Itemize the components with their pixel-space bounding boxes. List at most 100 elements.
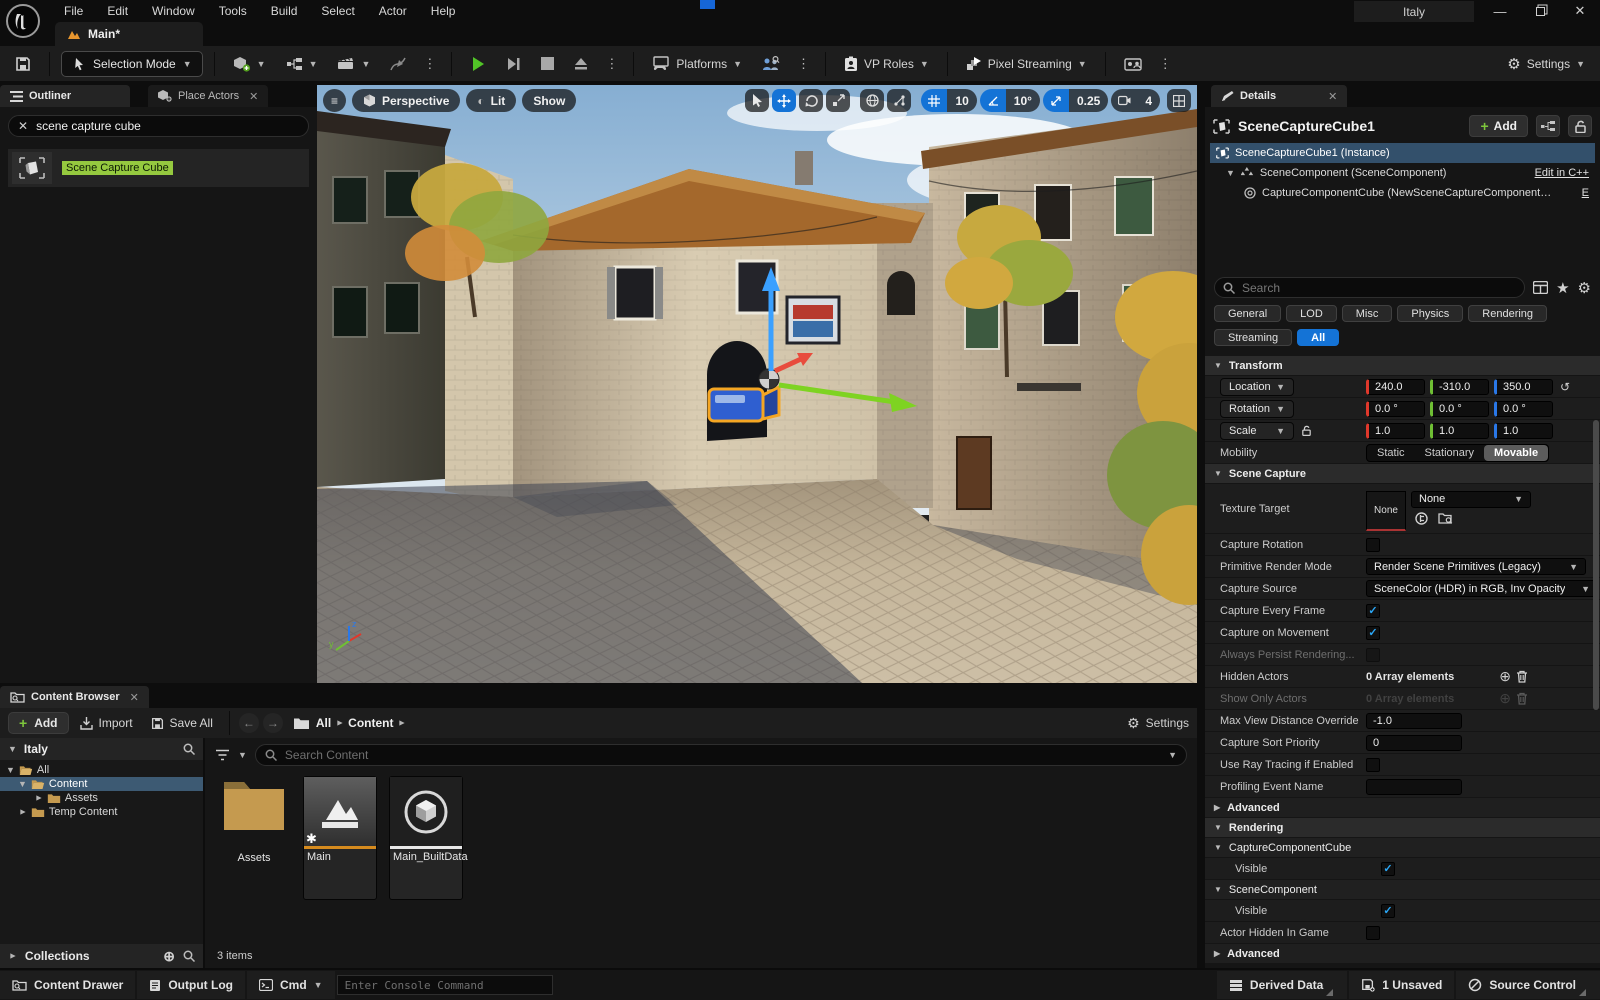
outliner-search-input[interactable]: ✕ scene capture cube — [8, 115, 309, 137]
mobility-movable[interactable]: Movable — [1484, 445, 1548, 461]
display-settings-icon[interactable] — [1533, 281, 1548, 294]
actor-hidden-in-game-checkbox[interactable] — [1366, 926, 1380, 940]
world-space-toggle[interactable] — [860, 89, 884, 112]
section-transform[interactable]: ▼ Transform — [1205, 355, 1600, 375]
tree-search-icon[interactable] — [183, 743, 195, 755]
add-component-button[interactable]: + Add — [1469, 115, 1528, 137]
location-x-field[interactable]: 240.0 — [1366, 379, 1425, 395]
settings-dropdown[interactable]: ⚙ Settings ▼ — [1500, 51, 1592, 77]
location-z-field[interactable]: 350.0 — [1494, 379, 1553, 395]
location-y-field[interactable]: -310.0 — [1430, 379, 1489, 395]
mobility-static[interactable]: Static — [1367, 445, 1415, 461]
edit-in-cpp-link-truncated[interactable]: E — [1582, 187, 1589, 199]
asset-tile-main[interactable]: ✱ Main — [303, 776, 377, 900]
filter-general[interactable]: General — [1214, 305, 1281, 322]
toolbar-overflow-menu[interactable]: ⋮ — [419, 56, 440, 72]
restore-button[interactable] — [1520, 0, 1560, 22]
move-tool-button[interactable] — [772, 89, 796, 112]
primitive-render-mode-dropdown[interactable]: Render Scene Primitives (Legacy)▼ — [1366, 558, 1586, 575]
stop-button[interactable] — [534, 51, 561, 77]
tree-row-capture-component[interactable]: CaptureComponentCube (NewSceneCaptureCom… — [1210, 183, 1595, 203]
output-log-button[interactable]: Output Log — [137, 971, 245, 999]
capture-source-dropdown[interactable]: SceneColor (HDR) in RGB, Inv Opacity▼ — [1366, 580, 1598, 597]
tab-outliner[interactable]: Outliner — [0, 85, 130, 107]
cb-add-button[interactable]: + Add — [8, 712, 69, 734]
tree-item-temp-content[interactable]: ▼ Temp Content — [0, 805, 203, 819]
expand-arrow-icon[interactable]: ▼ — [1226, 168, 1235, 178]
rotation-x-field[interactable]: 0.0 ° — [1366, 401, 1425, 417]
camera-speed-control[interactable]: 4 — [1111, 89, 1160, 112]
cinematics-button[interactable]: ▼ — [330, 51, 377, 77]
console-command-input[interactable] — [337, 975, 553, 995]
multi-user-button[interactable] — [755, 51, 787, 77]
menu-help[interactable]: Help — [419, 1, 468, 21]
lock-details-button[interactable] — [1568, 115, 1592, 137]
rotate-tool-button[interactable] — [799, 89, 823, 112]
save-button[interactable] — [8, 51, 38, 77]
vp-roles-dropdown[interactable]: VP Roles ▼ — [837, 51, 936, 77]
details-settings-gear-icon[interactable]: ⚙ — [1578, 279, 1591, 297]
media-options-menu[interactable]: ⋮ — [1155, 56, 1176, 72]
menu-window[interactable]: Window — [140, 1, 207, 21]
use-ray-tracing-checkbox[interactable] — [1366, 758, 1380, 772]
close-icon[interactable]: ✕ — [249, 90, 258, 103]
frame-skip-button[interactable] — [499, 51, 528, 77]
cmd-dropdown[interactable]: Cmd ▼ — [247, 971, 335, 999]
details-scrollbar[interactable] — [1593, 420, 1599, 710]
section-advanced[interactable]: ▶ Advanced — [1205, 797, 1600, 817]
reset-location-icon[interactable]: ↺ — [1560, 380, 1570, 394]
capture-every-frame-checkbox[interactable] — [1366, 604, 1380, 618]
multi-user-options-menu[interactable]: ⋮ — [793, 56, 814, 72]
tree-item-assets[interactable]: ▼ Assets — [0, 791, 203, 805]
filter-all[interactable]: All — [1297, 329, 1339, 346]
tab-content-browser[interactable]: Content Browser ✕ — [0, 686, 149, 708]
tab-details[interactable]: Details ✕ — [1211, 85, 1347, 107]
max-view-distance-field[interactable]: -1.0 — [1366, 713, 1462, 729]
scale-x-field[interactable]: 1.0 — [1366, 423, 1425, 439]
chevron-down-icon[interactable]: ▼ — [1168, 750, 1177, 760]
rotation-snap-control[interactable]: 10° — [980, 89, 1040, 112]
show-flags-dropdown[interactable]: Show — [522, 89, 576, 112]
scale-dropdown[interactable]: Scale▼ — [1220, 422, 1294, 440]
filter-rendering[interactable]: Rendering — [1468, 305, 1547, 322]
unsaved-button[interactable]: 1 Unsaved — [1349, 971, 1454, 999]
visible-checkbox[interactable] — [1381, 862, 1395, 876]
tree-root-row[interactable]: ▼ Italy — [0, 738, 203, 760]
level-tab-main[interactable]: Main* — [55, 22, 203, 46]
filter-physics[interactable]: Physics — [1397, 305, 1463, 322]
edit-blueprint-button[interactable] — [1536, 115, 1560, 137]
unreal-engine-logo[interactable] — [5, 3, 41, 39]
texture-target-thumbnail[interactable]: None — [1366, 491, 1406, 531]
outliner-result-row[interactable]: Scene Capture Cube — [8, 149, 309, 187]
menu-build[interactable]: Build — [259, 1, 310, 21]
breadcrumb-all[interactable]: All — [316, 716, 331, 730]
close-icon[interactable]: ✕ — [1328, 90, 1337, 103]
add-actor-button[interactable]: ▼ — [226, 51, 273, 77]
selection-mode-dropdown[interactable]: Selection Mode ▼ — [61, 51, 203, 77]
tab-place-actors[interactable]: Place Actors ✕ — [148, 85, 268, 107]
rotation-dropdown[interactable]: Rotation▼ — [1220, 400, 1294, 418]
rotation-y-field[interactable]: 0.0 ° — [1430, 401, 1489, 417]
maximize-viewport-button[interactable] — [1167, 89, 1191, 112]
menu-edit[interactable]: Edit — [95, 1, 140, 21]
asset-tile-folder[interactable]: Assets — [217, 776, 291, 864]
back-button[interactable]: ← — [239, 713, 259, 733]
menu-select[interactable]: Select — [309, 1, 366, 21]
platforms-dropdown[interactable]: Platforms ▼ — [645, 51, 749, 77]
derived-data-button[interactable]: Derived Data — [1217, 971, 1347, 999]
viewport-options-menu[interactable]: ≡ — [323, 89, 346, 112]
section-scene-component[interactable]: ▼ SceneComponent — [1205, 879, 1600, 899]
grid-snap-control[interactable]: 10 — [921, 89, 976, 112]
add-collection-icon[interactable]: ⊕ — [163, 948, 175, 965]
blueprints-button[interactable]: ▼ — [279, 51, 325, 77]
collections-search-icon[interactable] — [183, 950, 195, 962]
filter-lod[interactable]: LOD — [1286, 305, 1337, 322]
menu-file[interactable]: File — [52, 1, 95, 21]
tree-item-content[interactable]: ▼ Content — [0, 777, 203, 791]
add-array-element-icon[interactable]: ⊕ — [1499, 668, 1511, 685]
select-tool-button[interactable] — [745, 89, 769, 112]
filters-icon[interactable] — [215, 749, 230, 761]
use-selected-asset-icon[interactable] — [1415, 512, 1428, 525]
minimize-button[interactable]: — — [1480, 0, 1520, 22]
chevron-down-icon[interactable]: ▼ — [238, 750, 247, 760]
